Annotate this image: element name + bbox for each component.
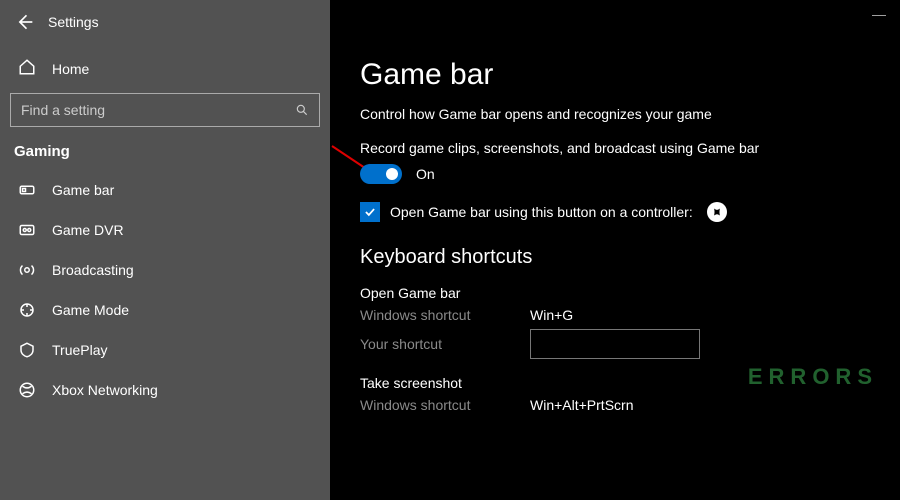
controller-checkbox-row: Open Game bar using this button on a con… xyxy=(360,202,870,222)
trueplay-icon xyxy=(18,341,36,359)
broadcasting-icon xyxy=(18,261,36,279)
shortcut-windows-label: Windows shortcut xyxy=(360,307,530,323)
home-label: Home xyxy=(52,61,89,77)
sidebar: Settings Home Gaming Game bar xyxy=(0,0,330,500)
home-nav-item[interactable]: Home xyxy=(0,48,330,89)
record-toggle[interactable] xyxy=(360,164,402,184)
sidebar-item-xbox-networking[interactable]: Xbox Networking xyxy=(0,370,330,410)
sidebar-section-label: Gaming xyxy=(0,139,330,170)
content-area: — Game bar Control how Game bar opens an… xyxy=(330,0,900,500)
sidebar-item-trueplay[interactable]: TruePlay xyxy=(0,330,330,370)
shortcut-title: Open Game bar xyxy=(360,285,870,301)
sidebar-item-broadcasting[interactable]: Broadcasting xyxy=(0,250,330,290)
home-icon xyxy=(18,58,36,79)
window-controls: — xyxy=(872,6,886,22)
search-icon xyxy=(295,103,309,117)
page-title: Game bar xyxy=(360,58,870,92)
shortcut-windows-label: Windows shortcut xyxy=(360,397,530,413)
shortcut-open-gamebar: Open Game bar Windows shortcut Win+G You… xyxy=(360,285,870,365)
shortcut-your-label: Your shortcut xyxy=(360,336,530,352)
shortcut-your-input[interactable] xyxy=(530,329,700,359)
toggle-state-label: On xyxy=(416,166,435,182)
sidebar-item-game-bar[interactable]: Game bar xyxy=(0,170,330,210)
minimize-icon[interactable]: — xyxy=(872,6,886,22)
sidebar-item-label: Broadcasting xyxy=(52,262,134,278)
search-container xyxy=(0,89,330,139)
page-subtitle: Control how Game bar opens and recognize… xyxy=(360,106,870,122)
search-input[interactable] xyxy=(21,102,280,118)
search-box[interactable] xyxy=(10,93,320,127)
sidebar-item-label: Game bar xyxy=(52,182,114,198)
sidebar-item-label: Game Mode xyxy=(52,302,129,318)
sidebar-item-game-dvr[interactable]: Game DVR xyxy=(0,210,330,250)
sidebar-header: Settings xyxy=(0,8,330,48)
shortcut-windows-value: Win+G xyxy=(530,307,573,323)
record-label: Record game clips, screenshots, and broa… xyxy=(360,140,870,156)
shortcut-windows-value: Win+Alt+PrtScrn xyxy=(530,397,633,413)
xbox-networking-icon xyxy=(18,381,36,399)
sidebar-item-label: Xbox Networking xyxy=(52,382,158,398)
sidebar-item-label: Game DVR xyxy=(52,222,124,238)
sidebar-item-label: TruePlay xyxy=(52,342,108,358)
keyboard-shortcuts-heading: Keyboard shortcuts xyxy=(360,246,870,269)
sidebar-item-game-mode[interactable]: Game Mode xyxy=(0,290,330,330)
controller-checkbox[interactable] xyxy=(360,202,380,222)
dvr-icon xyxy=(18,221,36,239)
back-arrow-icon[interactable] xyxy=(14,12,34,32)
game-mode-icon xyxy=(18,301,36,319)
record-toggle-row: On xyxy=(360,164,870,184)
controller-checkbox-label: Open Game bar using this button on a con… xyxy=(390,204,693,220)
header-title: Settings xyxy=(48,14,99,30)
xbox-button-icon xyxy=(707,202,727,222)
game-bar-icon xyxy=(18,181,36,199)
watermark: ERRORS xyxy=(748,364,878,390)
